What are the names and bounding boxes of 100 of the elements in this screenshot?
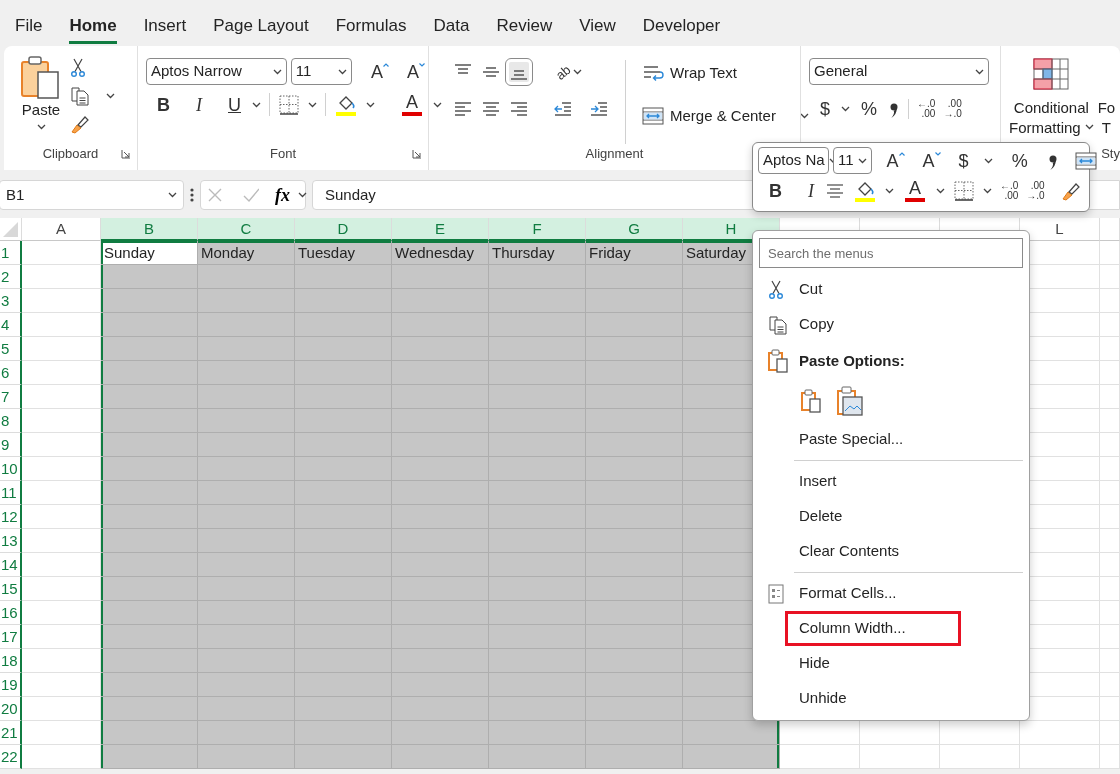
selected-cell[interactable] xyxy=(198,601,295,625)
italic-button[interactable]: I xyxy=(193,95,205,114)
number-format-field[interactable]: General xyxy=(809,58,989,85)
column-header[interactable]: G xyxy=(586,218,683,241)
align-left-icon[interactable] xyxy=(453,100,473,118)
ribbon-tab[interactable]: Developer xyxy=(642,14,721,44)
selected-cell[interactable] xyxy=(101,505,198,529)
selected-cell[interactable] xyxy=(586,457,683,481)
align-center-icon[interactable] xyxy=(481,100,501,118)
selected-cell[interactable] xyxy=(101,577,198,601)
font-color-button[interactable]: A xyxy=(399,93,425,116)
selected-cell[interactable] xyxy=(101,313,198,337)
selected-cell[interactable] xyxy=(489,601,586,625)
table-cell[interactable] xyxy=(1100,649,1120,673)
ribbon-tab[interactable]: Data xyxy=(433,14,470,44)
selected-cell[interactable] xyxy=(489,721,586,745)
percent-button[interactable]: % xyxy=(1008,151,1031,170)
column-header[interactable]: C xyxy=(198,218,295,241)
font-size-field[interactable]: 11 xyxy=(833,147,872,174)
selected-cell[interactable] xyxy=(392,481,489,505)
selected-cell[interactable] xyxy=(101,673,198,697)
table-cell[interactable]: Monday xyxy=(198,241,295,265)
increase-font-size-button[interactable]: A xyxy=(883,151,908,170)
table-cell[interactable] xyxy=(1020,721,1100,745)
selected-cell[interactable] xyxy=(392,529,489,553)
menu-item[interactable]: Format Cells... xyxy=(785,576,1023,611)
paste-button[interactable]: Paste xyxy=(20,54,62,120)
row-header[interactable]: 10 xyxy=(0,457,22,481)
row-header[interactable]: 19 xyxy=(0,673,22,697)
table-cell[interactable] xyxy=(1100,265,1120,289)
text-orientation-button[interactable]: ab xyxy=(553,65,574,79)
selected-cell[interactable] xyxy=(198,649,295,673)
selected-cell[interactable] xyxy=(392,433,489,457)
selected-cell[interactable] xyxy=(295,265,392,289)
selected-cell[interactable] xyxy=(295,289,392,313)
table-cell[interactable] xyxy=(1100,625,1120,649)
selected-cell[interactable] xyxy=(489,577,586,601)
table-cell[interactable] xyxy=(1100,577,1120,601)
menu-item[interactable]: Delete xyxy=(785,499,1023,534)
table-cell[interactable]: Thursday xyxy=(489,241,586,265)
row-header[interactable]: 14 xyxy=(0,553,22,577)
italic-button[interactable]: I xyxy=(805,181,817,200)
row-header[interactable]: 9 xyxy=(0,433,22,457)
selected-cell[interactable] xyxy=(392,313,489,337)
selected-cell[interactable] xyxy=(295,553,392,577)
increase-indent-icon[interactable] xyxy=(589,100,609,118)
ribbon-tab[interactable]: Review xyxy=(496,14,553,44)
decimal-places-button[interactable]: .00 →.0 xyxy=(1026,180,1045,201)
selected-cell[interactable] xyxy=(489,289,586,313)
selected-cell[interactable] xyxy=(198,673,295,697)
row-header[interactable]: 4 xyxy=(0,313,22,337)
table-cell[interactable] xyxy=(1100,457,1120,481)
table-cell[interactable] xyxy=(1100,433,1120,457)
paste-icon[interactable] xyxy=(799,388,823,414)
selected-cell[interactable] xyxy=(198,529,295,553)
selected-cell[interactable] xyxy=(295,625,392,649)
selected-cell[interactable] xyxy=(683,721,780,745)
menu-item[interactable]: Unhide xyxy=(785,681,1023,716)
row-header[interactable]: 20 xyxy=(0,697,22,721)
selected-cell[interactable] xyxy=(295,361,392,385)
decrease-font-size-button[interactable]: A xyxy=(404,62,428,81)
borders-icon[interactable] xyxy=(953,179,975,202)
selected-cell[interactable] xyxy=(392,337,489,361)
ribbon-tab[interactable]: File xyxy=(15,14,43,44)
row-header[interactable]: 16 xyxy=(0,601,22,625)
selected-cell[interactable] xyxy=(392,721,489,745)
ribbon-tab[interactable]: Insert xyxy=(143,14,187,44)
selected-cell[interactable] xyxy=(101,553,198,577)
selected-cell[interactable] xyxy=(392,673,489,697)
row-header[interactable]: 1 xyxy=(0,241,22,265)
selected-cell[interactable] xyxy=(586,601,683,625)
selected-cell[interactable] xyxy=(101,433,198,457)
table-cell[interactable] xyxy=(1100,505,1120,529)
selected-cell[interactable] xyxy=(489,265,586,289)
selected-cell[interactable] xyxy=(392,505,489,529)
selected-cell[interactable] xyxy=(489,673,586,697)
selected-cell[interactable] xyxy=(392,577,489,601)
table-cell[interactable]: Friday xyxy=(586,241,683,265)
ribbon-tab[interactable]: View xyxy=(579,14,616,44)
selected-cell[interactable] xyxy=(586,721,683,745)
selected-cell[interactable] xyxy=(489,361,586,385)
selected-cell[interactable] xyxy=(295,337,392,361)
selected-cell[interactable] xyxy=(586,481,683,505)
selected-cell[interactable] xyxy=(683,745,780,769)
selected-cell[interactable] xyxy=(586,337,683,361)
borders-icon[interactable] xyxy=(278,93,300,116)
table-cell[interactable] xyxy=(1100,409,1120,433)
selected-cell[interactable] xyxy=(198,457,295,481)
selected-cell[interactable] xyxy=(101,265,198,289)
dialog-launcher-icon[interactable] xyxy=(412,149,422,159)
selected-cell[interactable] xyxy=(586,577,683,601)
selected-cell[interactable] xyxy=(586,505,683,529)
selected-cell[interactable] xyxy=(295,577,392,601)
decimal-places-button[interactable]: ←.0 .00 xyxy=(1000,180,1019,201)
selected-cell[interactable] xyxy=(586,265,683,289)
currency-button[interactable]: $ xyxy=(955,151,972,170)
selected-cell[interactable] xyxy=(198,481,295,505)
selected-cell[interactable] xyxy=(489,385,586,409)
merge-center-button[interactable]: Merge & Center xyxy=(642,104,776,127)
table-cell[interactable] xyxy=(1100,601,1120,625)
